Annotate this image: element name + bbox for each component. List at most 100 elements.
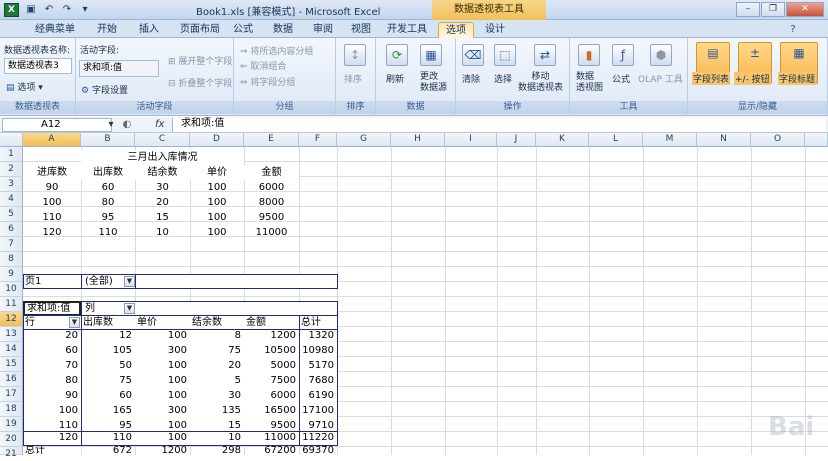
source-cell[interactable]: 30 (135, 180, 190, 195)
row-header-7[interactable]: 7 (0, 237, 23, 252)
field-settings-button[interactable]: ⚙ 字段设置 (81, 83, 128, 96)
column-filter-dropdown-icon[interactable]: ▼ (124, 303, 135, 314)
pivot-cell[interactable]: 5170 (299, 358, 337, 373)
source-cell[interactable]: 6000 (244, 180, 299, 195)
tab-options[interactable]: 选项 (438, 22, 474, 38)
refresh-icon[interactable]: ⟳ (386, 44, 408, 66)
row-header-4[interactable]: 4 (0, 192, 23, 207)
olap-tools-button-label[interactable]: OLAP 工具 (638, 72, 683, 85)
redo-icon[interactable]: ↷ (60, 3, 74, 17)
column-header-l[interactable]: L (589, 133, 643, 147)
row-header-17[interactable]: 17 (0, 387, 23, 402)
row-header-21[interactable]: 21 (0, 447, 23, 459)
pivot-cell[interactable]: 20 (23, 328, 81, 343)
row-header-16[interactable]: 16 (0, 372, 23, 387)
pivot-total-cell[interactable]: 672 (81, 446, 135, 455)
name-box-dropdown-icon[interactable]: ▾ (104, 118, 118, 132)
column-header-e[interactable]: E (244, 133, 299, 147)
pivot-cell[interactable]: 100 (23, 403, 81, 418)
pivot-cell[interactable]: 7680 (299, 373, 337, 388)
source-cell[interactable]: 8000 (244, 195, 299, 210)
plus-minus-button-label[interactable]: +/- 按钮 (734, 72, 771, 85)
column-header-n[interactable]: N (697, 133, 751, 147)
tab-developer[interactable]: 开发工具 (383, 22, 431, 38)
pivot-cell[interactable]: 100 (135, 328, 190, 343)
clear-icon[interactable]: ⌫ (462, 44, 484, 66)
column-header-f[interactable]: F (299, 133, 337, 147)
name-box[interactable]: A12 (2, 118, 112, 132)
pivot-total-cell[interactable]: 69370 (299, 446, 337, 455)
column-header-j[interactable]: J (497, 133, 536, 147)
undo-icon[interactable]: ↶ (42, 3, 56, 17)
row-header-5[interactable]: 5 (0, 207, 23, 222)
row-header-15[interactable]: 15 (0, 357, 23, 372)
pivot-data-field-label[interactable]: 求和项:值 (23, 301, 81, 316)
sort-button-label[interactable]: 排序 (344, 72, 362, 85)
source-cell[interactable]: 100 (190, 195, 244, 210)
select-icon[interactable]: ⬚ (494, 44, 516, 66)
source-cell[interactable]: 15 (135, 210, 190, 225)
insert-function-icon[interactable]: fx (155, 117, 164, 133)
source-header-cell[interactable]: 出库数 (81, 165, 135, 180)
tab-page-layout[interactable]: 页面布局 (172, 22, 228, 38)
pivot-cell[interactable]: 60 (81, 388, 135, 403)
ungroup-button[interactable]: ⇐ 取消组合 (240, 59, 286, 72)
pivot-cell[interactable]: 80 (23, 373, 81, 388)
page-filter-dropdown-icon[interactable]: ▼ (124, 276, 135, 287)
pivot-name-input[interactable]: 数据透视表3 (4, 58, 72, 74)
worksheet-grid[interactable]: 1 2 3 4 5 6 7 8 9 10 11 12 13 14 15 16 1… (0, 147, 828, 459)
row-header-11[interactable]: 11 (0, 297, 23, 312)
source-cell[interactable]: 110 (81, 225, 135, 240)
pivot-cell[interactable]: 1200 (244, 328, 299, 343)
row-header-12[interactable]: 12 (0, 312, 23, 327)
row-header-1[interactable]: 1 (0, 147, 23, 162)
source-cell[interactable]: 90 (23, 180, 81, 195)
pivot-cell[interactable]: 60 (23, 343, 81, 358)
pivot-total-cell[interactable]: 67200 (244, 446, 299, 455)
column-header-b[interactable]: B (81, 133, 135, 147)
pivot-cell[interactable]: 11000 (244, 431, 299, 445)
pivot-total-label[interactable]: 总计 (23, 446, 81, 455)
clear-button-label[interactable]: 清除 (462, 72, 480, 85)
pivot-cell[interactable]: 30 (190, 388, 244, 403)
row-header-3[interactable]: 3 (0, 177, 23, 192)
pivot-page-field-value[interactable]: (全部) (83, 274, 125, 289)
row-header-20[interactable]: 20 (0, 432, 23, 447)
expand-field-button[interactable]: ⊞ 展开整个字段 (168, 54, 232, 67)
pivot-cell[interactable]: 300 (135, 343, 190, 358)
source-cell[interactable]: 120 (23, 225, 81, 240)
select-button-label[interactable]: 选择 (494, 72, 512, 85)
source-cell[interactable]: 100 (23, 195, 81, 210)
restore-button[interactable]: ❐ (761, 2, 785, 17)
source-cell[interactable]: 80 (81, 195, 135, 210)
source-cell[interactable]: 9500 (244, 210, 299, 225)
pivot-cell[interactable]: 75 (190, 343, 244, 358)
change-source-button-label[interactable]: 更改 数据源 (420, 72, 447, 94)
row-header-10[interactable]: 10 (0, 282, 23, 297)
pivot-cell[interactable]: 20 (190, 358, 244, 373)
pivot-cell[interactable]: 100 (135, 373, 190, 388)
formula-collapse-icon[interactable]: ◐ (120, 118, 134, 132)
field-list-button-label[interactable]: 字段列表 (692, 72, 731, 85)
minimize-button[interactable]: – (736, 2, 760, 17)
active-field-input[interactable]: 求和项:值 (79, 60, 159, 77)
tab-home[interactable]: 开始 (88, 22, 126, 38)
tab-formulas[interactable]: 公式 (228, 22, 258, 38)
column-header-partial[interactable] (805, 133, 828, 147)
column-header-i[interactable]: I (445, 133, 497, 147)
tab-insert[interactable]: 插入 (130, 22, 168, 38)
pivot-cell[interactable]: 5000 (244, 358, 299, 373)
pivot-options-button[interactable]: ▤ 选项 ▾ (6, 80, 43, 93)
qat-dropdown-icon[interactable]: ▾ (78, 3, 92, 17)
column-header-k[interactable]: K (536, 133, 589, 147)
pivot-cell[interactable]: 100 (135, 388, 190, 403)
pivot-cell[interactable]: 10 (190, 431, 244, 445)
row-header-18[interactable]: 18 (0, 402, 23, 417)
formulas-icon[interactable]: ƒ (612, 44, 634, 66)
pivot-cell[interactable]: 105 (81, 343, 135, 358)
column-header-g[interactable]: G (337, 133, 391, 147)
pivot-cell[interactable]: 90 (23, 388, 81, 403)
pivot-chart-icon[interactable]: ▮ (578, 44, 600, 66)
source-table-title[interactable]: 三月出入库情况 (81, 150, 244, 165)
column-header-h[interactable]: H (391, 133, 445, 147)
